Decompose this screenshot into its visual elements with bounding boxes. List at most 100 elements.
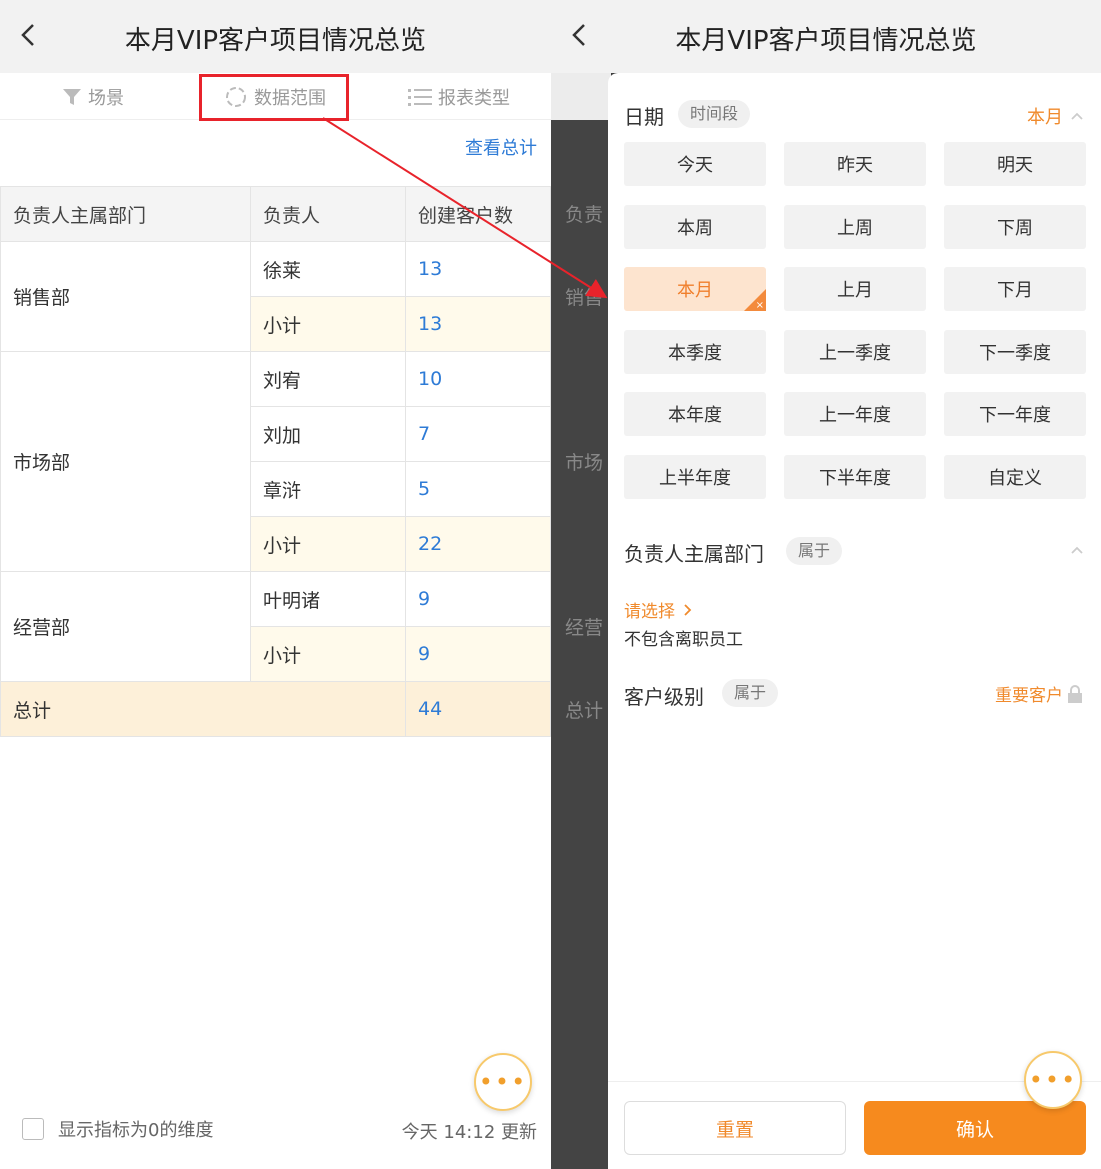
tab-report-type[interactable]: 报表类型: [408, 73, 510, 120]
date-option[interactable]: 下周: [944, 205, 1086, 249]
more-button[interactable]: •••: [474, 1053, 532, 1111]
owner-cell: 小计: [250, 296, 406, 352]
owner-cell: 叶明诸: [250, 571, 406, 627]
header: 本月VIP客户项目情况总览: [0, 0, 551, 73]
filter-drawer: 日期 时间段 本月 今天 昨天 明天 本周 上周 下周 本月 × 上月 下月 本季度 上一季度 下一季度…: [608, 73, 1101, 1169]
date-option[interactable]: 上一季度: [784, 330, 926, 374]
count-cell[interactable]: 5: [405, 461, 551, 517]
page-title: 本月VIP客户项目情况总览: [675, 26, 977, 56]
table-header-row: 负责人主属部门 负责人 创建客户数: [0, 186, 551, 242]
date-option-label: 自定义: [988, 468, 1042, 489]
chevron-up-icon: [1071, 112, 1083, 120]
date-option-label: 本周: [677, 218, 713, 239]
date-label: 日期: [624, 105, 664, 129]
date-option-label: 下半年度: [819, 468, 891, 489]
date-option[interactable]: 下月: [944, 267, 1086, 311]
date-option-label: 下周: [997, 218, 1033, 239]
chevron-right-icon: [684, 603, 692, 616]
tab-report-type-label: 报表类型: [438, 87, 510, 109]
col-header-owner[interactable]: 负责人: [250, 186, 406, 242]
date-option[interactable]: 本月 ×: [624, 267, 766, 311]
dept-select-link[interactable]: 请选择: [624, 597, 695, 622]
owner-cell: 刘宥: [250, 351, 406, 407]
table-row: 经营部 叶明诸 9: [0, 571, 551, 682]
date-option[interactable]: 上一年度: [784, 392, 926, 436]
level-operator-tag[interactable]: 属于: [722, 679, 779, 707]
date-current-value: 本月: [1027, 107, 1063, 128]
date-option[interactable]: 昨天: [784, 142, 926, 186]
dept-select-label: 请选择: [624, 602, 675, 622]
date-option[interactable]: 下半年度: [784, 455, 926, 499]
date-option[interactable]: 下一年度: [944, 392, 1086, 436]
show-zero-label: 显示指标为0的维度: [58, 1120, 214, 1141]
count-cell[interactable]: 9: [405, 571, 551, 627]
date-option-label: 本月: [677, 280, 713, 301]
dimmed-overlay[interactable]: 负责 销售 市场 经营 总计: [551, 120, 611, 1169]
screen: 本月VIP客户项目情况总览 场景 数据范围 报表类型 查看总计 负责人主属部门 …: [0, 0, 1101, 1169]
total-value[interactable]: 44: [405, 681, 551, 737]
level-value-label: 重要客户: [995, 686, 1063, 706]
date-option[interactable]: 下一季度: [944, 330, 1086, 374]
close-icon[interactable]: ×: [756, 300, 764, 311]
dept-note: 不包含离职员工: [624, 630, 743, 650]
update-time: 今天 14:12 更新: [401, 1122, 537, 1143]
table-row: 市场部 刘宥 10: [0, 351, 551, 572]
dept-filter-label: 负责人主属部门: [624, 542, 764, 566]
date-option[interactable]: 今天: [624, 142, 766, 186]
dept-cell: 经营部: [0, 571, 251, 682]
dept-cell: 销售部: [0, 241, 251, 352]
count-cell[interactable]: 13: [405, 296, 551, 352]
level-value: 重要客户: [995, 681, 1085, 706]
level-filter-label: 客户级别: [624, 685, 704, 709]
report-table: 负责人主属部门 负责人 创建客户数 销售部 徐莱 13 小计 13 市场部 刘宥…: [0, 186, 551, 737]
count-cell[interactable]: 9: [405, 626, 551, 682]
date-option[interactable]: 上月: [784, 267, 926, 311]
date-current-toggle[interactable]: 本月: [1027, 103, 1085, 129]
owner-cell: 章浒: [250, 461, 406, 517]
tab-scene[interactable]: 场景: [62, 73, 124, 120]
date-option-label: 下月: [997, 280, 1033, 301]
owner-cell: 徐莱: [250, 241, 406, 297]
date-option-label: 下一季度: [979, 343, 1051, 364]
show-zero-checkbox[interactable]: [22, 1118, 44, 1140]
date-option-label: 今天: [677, 155, 713, 176]
date-type-tag[interactable]: 时间段: [678, 100, 751, 128]
dimmed-label: 市场: [565, 452, 604, 474]
count-cell[interactable]: 7: [405, 406, 551, 462]
filter-icon: [63, 88, 81, 105]
date-option[interactable]: 本季度: [624, 330, 766, 374]
list-icon: [408, 88, 432, 106]
report-panel: 本月VIP客户项目情况总览 场景 数据范围 报表类型 查看总计 负责人主属部门 …: [0, 0, 551, 1169]
more-button[interactable]: •••: [1024, 1051, 1082, 1109]
date-option[interactable]: 上半年度: [624, 455, 766, 499]
view-total-link[interactable]: 查看总计: [465, 134, 537, 160]
date-option[interactable]: 本年度: [624, 392, 766, 436]
date-option[interactable]: 上周: [784, 205, 926, 249]
count-cell[interactable]: 13: [405, 241, 551, 297]
owner-cell: 刘加: [250, 406, 406, 462]
col-header-dept[interactable]: 负责人主属部门: [0, 186, 251, 242]
date-option-label: 上周: [837, 218, 873, 239]
dimmed-label: 经营: [565, 617, 604, 639]
chevron-up-icon[interactable]: [1069, 542, 1085, 558]
count-cell[interactable]: 10: [405, 351, 551, 407]
date-option-label: 下一年度: [979, 405, 1051, 426]
reset-button[interactable]: 重置: [624, 1101, 846, 1155]
date-option-label: 上半年度: [659, 468, 731, 489]
date-option[interactable]: 自定义: [944, 455, 1086, 499]
col-header-count[interactable]: 创建客户数: [405, 186, 551, 242]
tab-scene-label: 场景: [88, 87, 124, 109]
date-option[interactable]: 明天: [944, 142, 1086, 186]
date-option-label: 上一年度: [819, 405, 891, 426]
table-row: 销售部 徐莱 13: [0, 241, 551, 352]
date-option[interactable]: 本周: [624, 205, 766, 249]
page-title: 本月VIP客户项目情况总览: [124, 26, 427, 56]
dept-cell: 市场部: [0, 351, 251, 572]
total-label: 总计: [0, 681, 406, 737]
confirm-button[interactable]: 确认: [864, 1101, 1086, 1155]
date-option-label: 本年度: [668, 405, 722, 426]
owner-cell: 小计: [250, 626, 406, 682]
count-cell[interactable]: 22: [405, 516, 551, 572]
dept-operator-tag[interactable]: 属于: [786, 537, 843, 565]
filter-screen: 本月VIP客户项目情况总览 负责 销售 市场 经营 总计 日期 时间段 本月 今…: [551, 0, 1101, 1169]
